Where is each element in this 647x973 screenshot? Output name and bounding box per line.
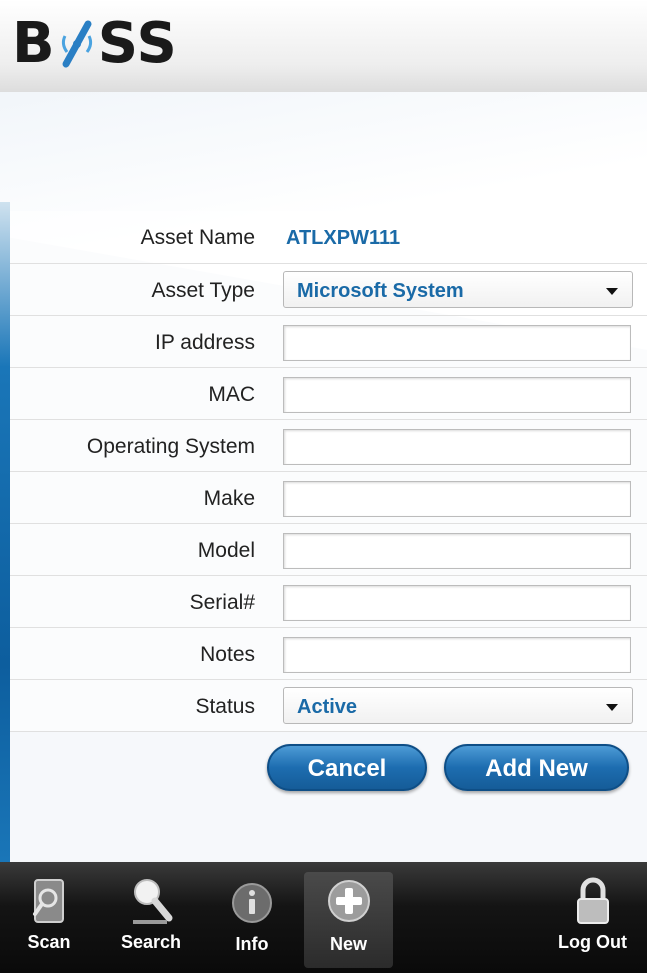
status-select[interactable]: Active [283, 687, 633, 724]
status-row: Status Active [10, 680, 647, 732]
asset-type-label: Asset Type [151, 279, 255, 302]
asset-form: Asset Name ATLXPW111 Asset Type Microsof… [10, 211, 647, 732]
search-icon [127, 876, 175, 926]
status-selected: Active [297, 696, 358, 718]
logo-text-left: B [12, 11, 56, 76]
asset-type-row: Asset Type Microsoft System [10, 264, 647, 316]
tab-scan[interactable]: Scan [14, 862, 84, 973]
status-label: Status [195, 695, 255, 718]
logo-text-right: SS [97, 11, 178, 76]
tab-info-label: Info [235, 934, 269, 954]
notes-label: Notes [200, 643, 255, 666]
tab-logout-label: Log Out [558, 932, 627, 952]
serial-row: Serial# [10, 576, 647, 628]
info-icon [228, 876, 276, 926]
model-label: Model [197, 539, 255, 562]
notes-input[interactable] [283, 637, 631, 673]
mac-label: MAC [208, 383, 255, 406]
tab-new-label: New [329, 934, 367, 954]
asset-name-row: Asset Name ATLXPW111 [10, 211, 647, 264]
os-row: Operating System [10, 420, 647, 472]
boss-logo: B SS [12, 12, 178, 76]
os-input[interactable] [283, 429, 631, 465]
serial-input[interactable] [283, 585, 631, 621]
notes-row: Notes [10, 628, 647, 680]
plus-icon [325, 876, 373, 926]
asset-name-value: ATLXPW111 [286, 227, 401, 249]
tab-bar: Scan Search Info New Log Out [0, 862, 647, 973]
model-input[interactable] [283, 533, 631, 569]
scan-icon [25, 876, 73, 926]
make-label: Make [203, 487, 255, 510]
mac-input[interactable] [283, 377, 631, 413]
os-label: Operating System [86, 435, 255, 458]
asset-type-selected: Microsoft System [297, 280, 464, 302]
lock-icon [569, 876, 617, 926]
ip-input[interactable] [283, 325, 631, 361]
ip-label: IP address [154, 331, 255, 354]
tab-logout[interactable]: Log Out [545, 862, 640, 973]
tab-new[interactable]: New [304, 872, 393, 968]
asset-name-label: Asset Name [140, 226, 255, 249]
background-edge [0, 202, 10, 862]
asset-type-select[interactable]: Microsoft System [283, 271, 633, 308]
cancel-button[interactable]: Cancel [267, 744, 427, 791]
chevron-down-icon [606, 288, 618, 295]
make-input[interactable] [283, 481, 631, 517]
tab-search[interactable]: Search [108, 862, 194, 973]
tab-search-label: Search [120, 932, 182, 952]
tab-info[interactable]: Info [216, 862, 288, 973]
serial-label: Serial# [189, 591, 255, 614]
tab-scan-label: Scan [27, 932, 71, 952]
chevron-down-icon [606, 704, 618, 711]
app-header: B SS [0, 0, 647, 92]
ip-row: IP address [10, 316, 647, 368]
mac-row: MAC [10, 368, 647, 420]
make-row: Make [10, 472, 647, 524]
model-row: Model [10, 524, 647, 576]
add-new-button[interactable]: Add New [444, 744, 629, 791]
logo-signal-icon [58, 18, 96, 70]
